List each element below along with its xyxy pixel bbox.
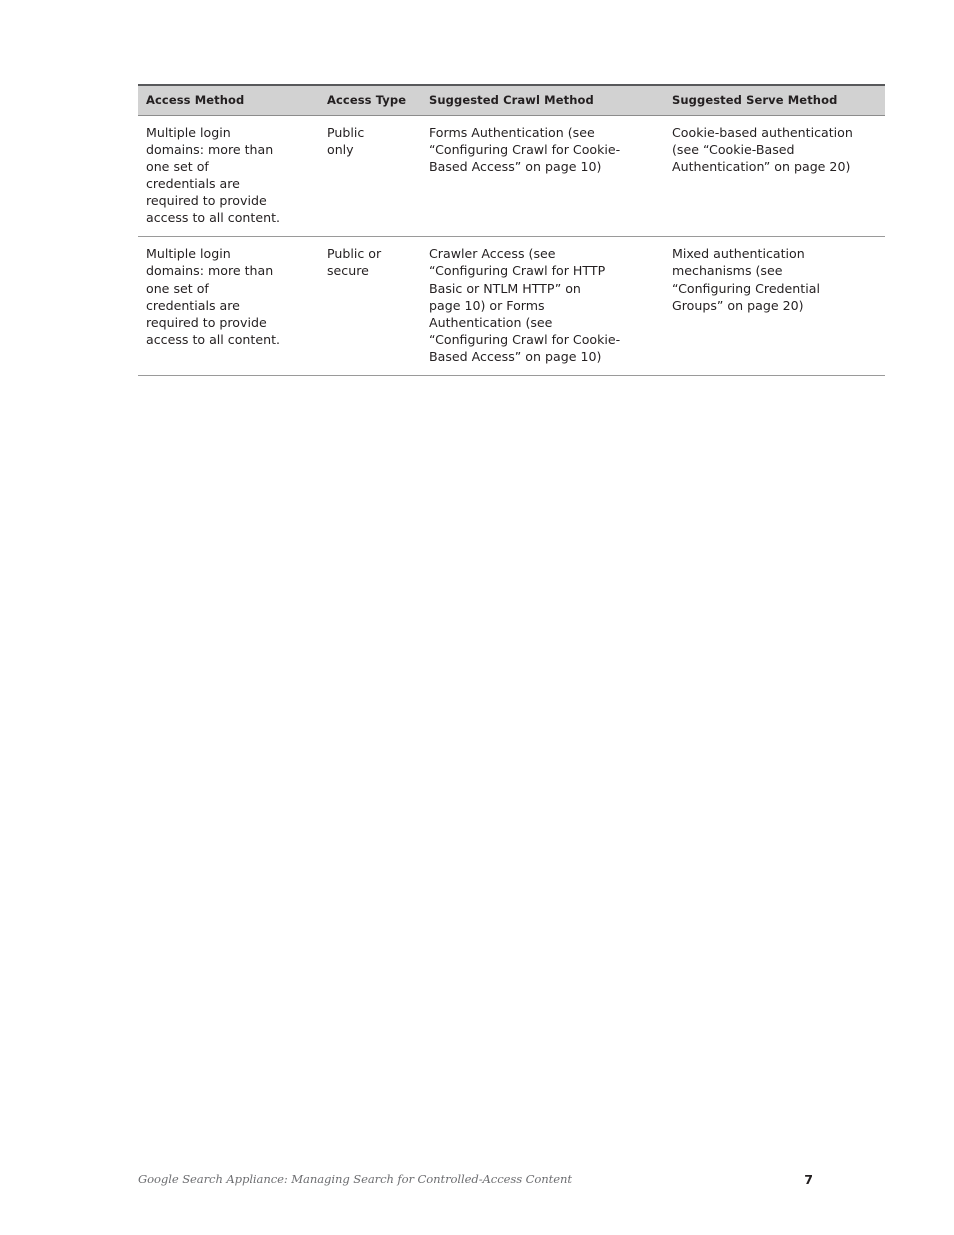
- cell-text-line: domains: more than: [146, 141, 274, 157]
- cell-text-line: “Configuring Crawl for HTTP: [429, 263, 606, 279]
- cell-access-method: Multiple login domains: more than one se…: [138, 115, 319, 238]
- cell-text-line: access to all content.: [146, 331, 281, 347]
- cell-access-method: Multiple login domains: more than one se…: [138, 236, 319, 377]
- cell-text-line: “Configuring Crawl for Cookie-: [429, 141, 621, 157]
- cell-text-line: Crawler Access (see: [429, 246, 556, 262]
- cell-text-line: mechanisms (see: [672, 263, 783, 279]
- cell-text-line: Mixed authentication: [672, 246, 805, 262]
- cell-text-line: Groups” on page 20): [672, 297, 804, 313]
- table-header-row: Access Method Access Type Suggested Craw…: [138, 83, 885, 116]
- cell-text-line: credentials are: [146, 297, 240, 313]
- cell-suggested-serve-method: Mixed authentication mechanisms (see “Co…: [664, 236, 885, 377]
- cell-text-line: Based Access” on page 10): [429, 348, 602, 364]
- cell-access-type: Public or secure: [319, 236, 421, 377]
- cell-text-line: Public: [327, 124, 365, 140]
- cell-text-line: domains: more than: [146, 263, 274, 279]
- cell-text-line: Based Access” on page 10): [429, 158, 602, 174]
- cell-text-line: access to all content.: [146, 210, 281, 226]
- cell-text-line: one set of: [146, 158, 209, 174]
- footer-document-title: Google Search Appliance: Managing Search…: [138, 1172, 572, 1186]
- table-header: Access Method Access Type Suggested Craw…: [138, 83, 885, 116]
- table-row: Multiple login domains: more than one se…: [138, 236, 885, 377]
- cell-text-line: Basic or NTLM HTTP” on: [429, 280, 581, 296]
- cell-text-line: (see “Cookie-Based: [672, 141, 795, 157]
- footer-page-number: 7: [804, 1172, 813, 1187]
- cell-text-line: Multiple login: [146, 246, 231, 262]
- cell-suggested-serve-method: Cookie-based authentication (see “Cookie…: [664, 115, 885, 238]
- cell-text-line: Cookie-based authentication: [672, 124, 853, 140]
- cell-text-line: Public or: [327, 246, 382, 262]
- cell-text-line: required to provide: [146, 314, 267, 330]
- document-page: Access Method Access Type Suggested Craw…: [0, 0, 954, 1235]
- access-methods-table: Access Method Access Type Suggested Craw…: [138, 83, 885, 377]
- cell-text-line: page 10) or Forms: [429, 297, 545, 313]
- cell-access-type: Public only: [319, 115, 421, 238]
- column-header-access-type: Access Type: [319, 83, 421, 116]
- cell-text-line: only: [327, 141, 354, 157]
- cell-text-line: Forms Authentication (see: [429, 124, 595, 140]
- column-header-suggested-crawl-method: Suggested Crawl Method: [421, 83, 664, 116]
- cell-text-line: “Configuring Credential: [672, 280, 820, 296]
- cell-suggested-crawl-method: Crawler Access (see “Configuring Crawl f…: [421, 236, 664, 377]
- cell-text-line: Multiple login: [146, 124, 231, 140]
- column-header-access-method: Access Method: [138, 83, 319, 116]
- cell-text-line: Authentication (see: [429, 314, 553, 330]
- cell-suggested-crawl-method: Forms Authentication (see “Configuring C…: [421, 115, 664, 238]
- page-footer: Google Search Appliance: Managing Search…: [138, 1172, 813, 1192]
- cell-text-line: “Configuring Crawl for Cookie-: [429, 331, 621, 347]
- access-methods-table-container: Access Method Access Type Suggested Craw…: [138, 83, 885, 377]
- cell-text-line: one set of: [146, 280, 209, 296]
- table-row: Multiple login domains: more than one se…: [138, 115, 885, 238]
- column-header-suggested-serve-method: Suggested Serve Method: [664, 83, 885, 116]
- cell-text-line: credentials are: [146, 176, 240, 192]
- cell-text-line: Authentication” on page 20): [672, 158, 851, 174]
- table-body: Multiple login domains: more than one se…: [138, 115, 885, 377]
- cell-text-line: required to provide: [146, 193, 267, 209]
- cell-text-line: secure: [327, 263, 369, 279]
